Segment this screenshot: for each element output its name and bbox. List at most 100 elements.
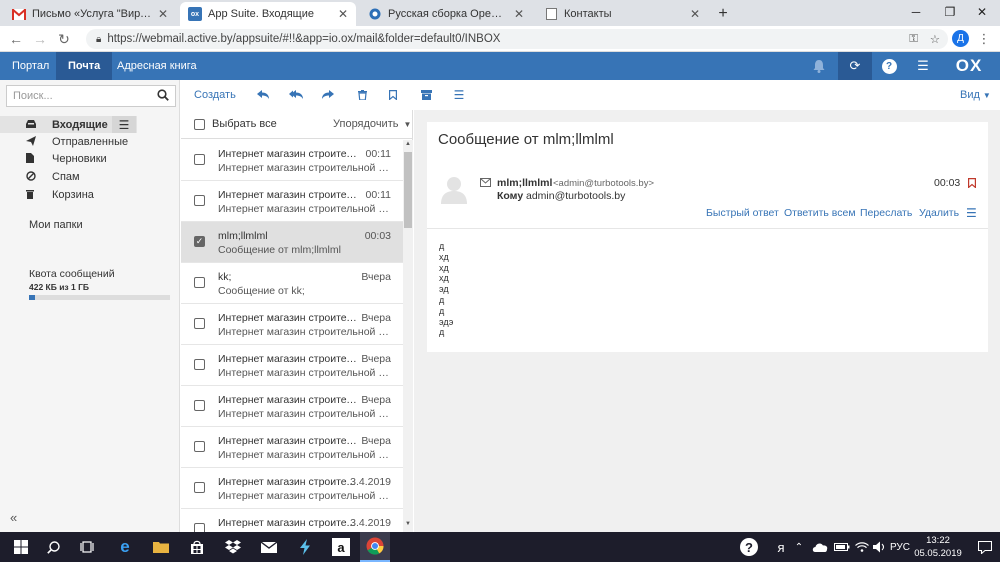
folder-sent[interactable]: Отправленные [0,133,180,150]
menu-icon[interactable]: ☰ [906,52,940,80]
reply-all-link[interactable]: Ответить всем [784,207,856,219]
row-checkbox[interactable] [194,195,205,206]
onedrive-icon[interactable] [810,532,830,562]
volume-icon[interactable] [870,532,890,562]
row-checkbox[interactable] [194,359,205,370]
star-icon[interactable]: ☆ [930,32,940,46]
close-icon[interactable]: ✕ [338,7,348,21]
windows-start-icon[interactable] [6,532,36,562]
folder-spam[interactable]: Спам [0,168,180,185]
clock-date[interactable]: 05.05.2019 [910,548,966,560]
dropbox-icon[interactable] [218,532,248,562]
forward-link[interactable]: Переслать [860,207,912,219]
amazon-icon[interactable]: a [326,532,356,562]
search-input[interactable]: Поиск... [6,85,176,107]
row-checkbox[interactable] [194,277,205,288]
refresh-icon[interactable]: ⟳ [838,52,872,80]
bell-icon[interactable] [802,52,836,80]
message-more-icon[interactable]: ☰ [966,206,977,220]
app-icon[interactable] [290,532,320,562]
nav-mail[interactable]: Почта [56,52,113,80]
flag-icon[interactable] [968,178,977,189]
profile-avatar[interactable]: Д [952,30,969,47]
chrome-icon[interactable] [360,532,390,562]
list-item[interactable]: kk; Сообщение от kk; Вчера [181,263,403,304]
nav-address-book[interactable]: Адресная книга [105,52,209,80]
list-item[interactable]: Интернет магазин строитель... Интернет ма… [181,427,403,468]
maximize-icon[interactable]: ❐ [934,0,966,24]
tray-chevron-icon[interactable]: ⌃ [790,532,808,562]
list-item[interactable]: ✓ mlm;llmlml Сообщение от mlm;llmlml 00:03 [181,222,403,263]
help-icon[interactable]: ? [872,52,906,80]
browser-menu-icon[interactable]: ⋮ [976,30,992,47]
delete-icon[interactable] [356,86,368,104]
back-icon[interactable]: ← [6,29,26,49]
sort-dropdown[interactable]: Упорядочить ▼ [333,118,411,130]
list-item[interactable]: Интернет магазин строительн... Интернет м… [181,140,403,181]
help-icon[interactable]: ? [734,532,764,562]
tab-app-suite[interactable]: ox App Suite. Входящие ✕ [180,2,356,26]
close-icon[interactable]: ✕ [514,7,524,21]
forward-mail-icon[interactable] [321,86,335,104]
quick-reply-link[interactable]: Быстрый ответ [706,207,779,219]
explorer-icon[interactable] [146,532,176,562]
scroll-up-icon[interactable]: ▲ [404,141,412,150]
new-tab-button[interactable]: + [710,2,736,26]
forward-icon[interactable]: → [30,29,50,49]
close-icon[interactable]: ✕ [690,7,700,21]
row-checkbox[interactable] [194,318,205,329]
my-folders-heading[interactable]: Мои папки [29,219,83,231]
collapse-sidebar-button[interactable]: « [10,510,17,525]
sender-email[interactable]: <admin@turbotools.by> [553,178,654,189]
list-item[interactable]: Интернет магазин строитель... Интернет ма… [181,345,403,386]
tab-contacts[interactable]: Контакты ✕ [536,2,708,26]
search-icon[interactable] [38,532,68,562]
battery-icon[interactable] [832,532,852,562]
archive-icon[interactable] [419,86,433,104]
row-checkbox[interactable]: ✓ [194,236,205,247]
list-item[interactable]: Интернет магазин строительн... Интернет м… [181,181,403,222]
nav-portal[interactable]: Портал [0,52,61,80]
search-icon[interactable] [157,89,169,104]
wifi-icon[interactable] [852,532,872,562]
tab-opencart[interactable]: Русская сборка OpenCart 3.0.2.0 ✕ [360,2,532,26]
list-item[interactable]: Интернет магазин строите... Интернет мага… [181,468,403,509]
reply-all-icon[interactable] [288,86,304,104]
select-all-label[interactable]: Выбрать все [212,118,277,130]
row-checkbox[interactable] [194,154,205,165]
flag-icon[interactable] [387,86,399,104]
sender-name[interactable]: mlm;llmlml [497,177,552,189]
key-icon[interactable]: ⚿ [909,33,918,46]
folder-options-icon[interactable]: ☰ [112,116,136,133]
more-actions-icon[interactable]: ☰ [452,86,466,104]
edge-icon[interactable]: e [110,532,140,562]
scroll-down-icon[interactable]: ▼ [404,521,412,530]
window-close-icon[interactable]: ✕ [966,0,998,24]
tab-gmail[interactable]: Письмо «Услуга "Виртуальный " ✕ [4,2,176,26]
task-view-icon[interactable] [72,532,102,562]
language-indicator[interactable]: РУС [888,532,912,562]
select-all-checkbox[interactable] [194,119,205,130]
compose-button[interactable]: Создать [194,86,236,104]
row-checkbox[interactable] [194,482,205,493]
row-checkbox[interactable] [194,400,205,411]
list-item[interactable]: Интернет магазин строитель... Интернет ма… [181,304,403,345]
url-field[interactable]: 🔒︎ https://webmail.active.by/appsuite/#!… [86,29,948,49]
delete-link[interactable]: Удалить [919,207,959,219]
close-icon[interactable]: ✕ [158,7,168,21]
list-item[interactable]: Интернет магазин строитель... Интернет ма… [181,386,403,427]
reply-icon[interactable] [256,86,270,104]
recipient-email[interactable]: admin@turbotools.by [526,190,625,202]
list-scrollbar-thumb[interactable] [404,152,412,228]
mail-icon[interactable] [254,532,284,562]
clock-time[interactable]: 13:22 [910,535,966,547]
minimize-icon[interactable]: ─ [900,0,932,24]
reload-icon[interactable]: ↻ [54,29,74,49]
store-icon[interactable] [182,532,212,562]
folder-drafts[interactable]: Черновики [0,150,180,167]
row-sender: Интернет магазин строитель... [218,394,358,406]
row-checkbox[interactable] [194,441,205,452]
folder-trash[interactable]: Корзина [0,186,180,203]
notifications-icon[interactable] [970,532,1000,562]
view-dropdown[interactable]: Вид ▼ [960,86,991,104]
